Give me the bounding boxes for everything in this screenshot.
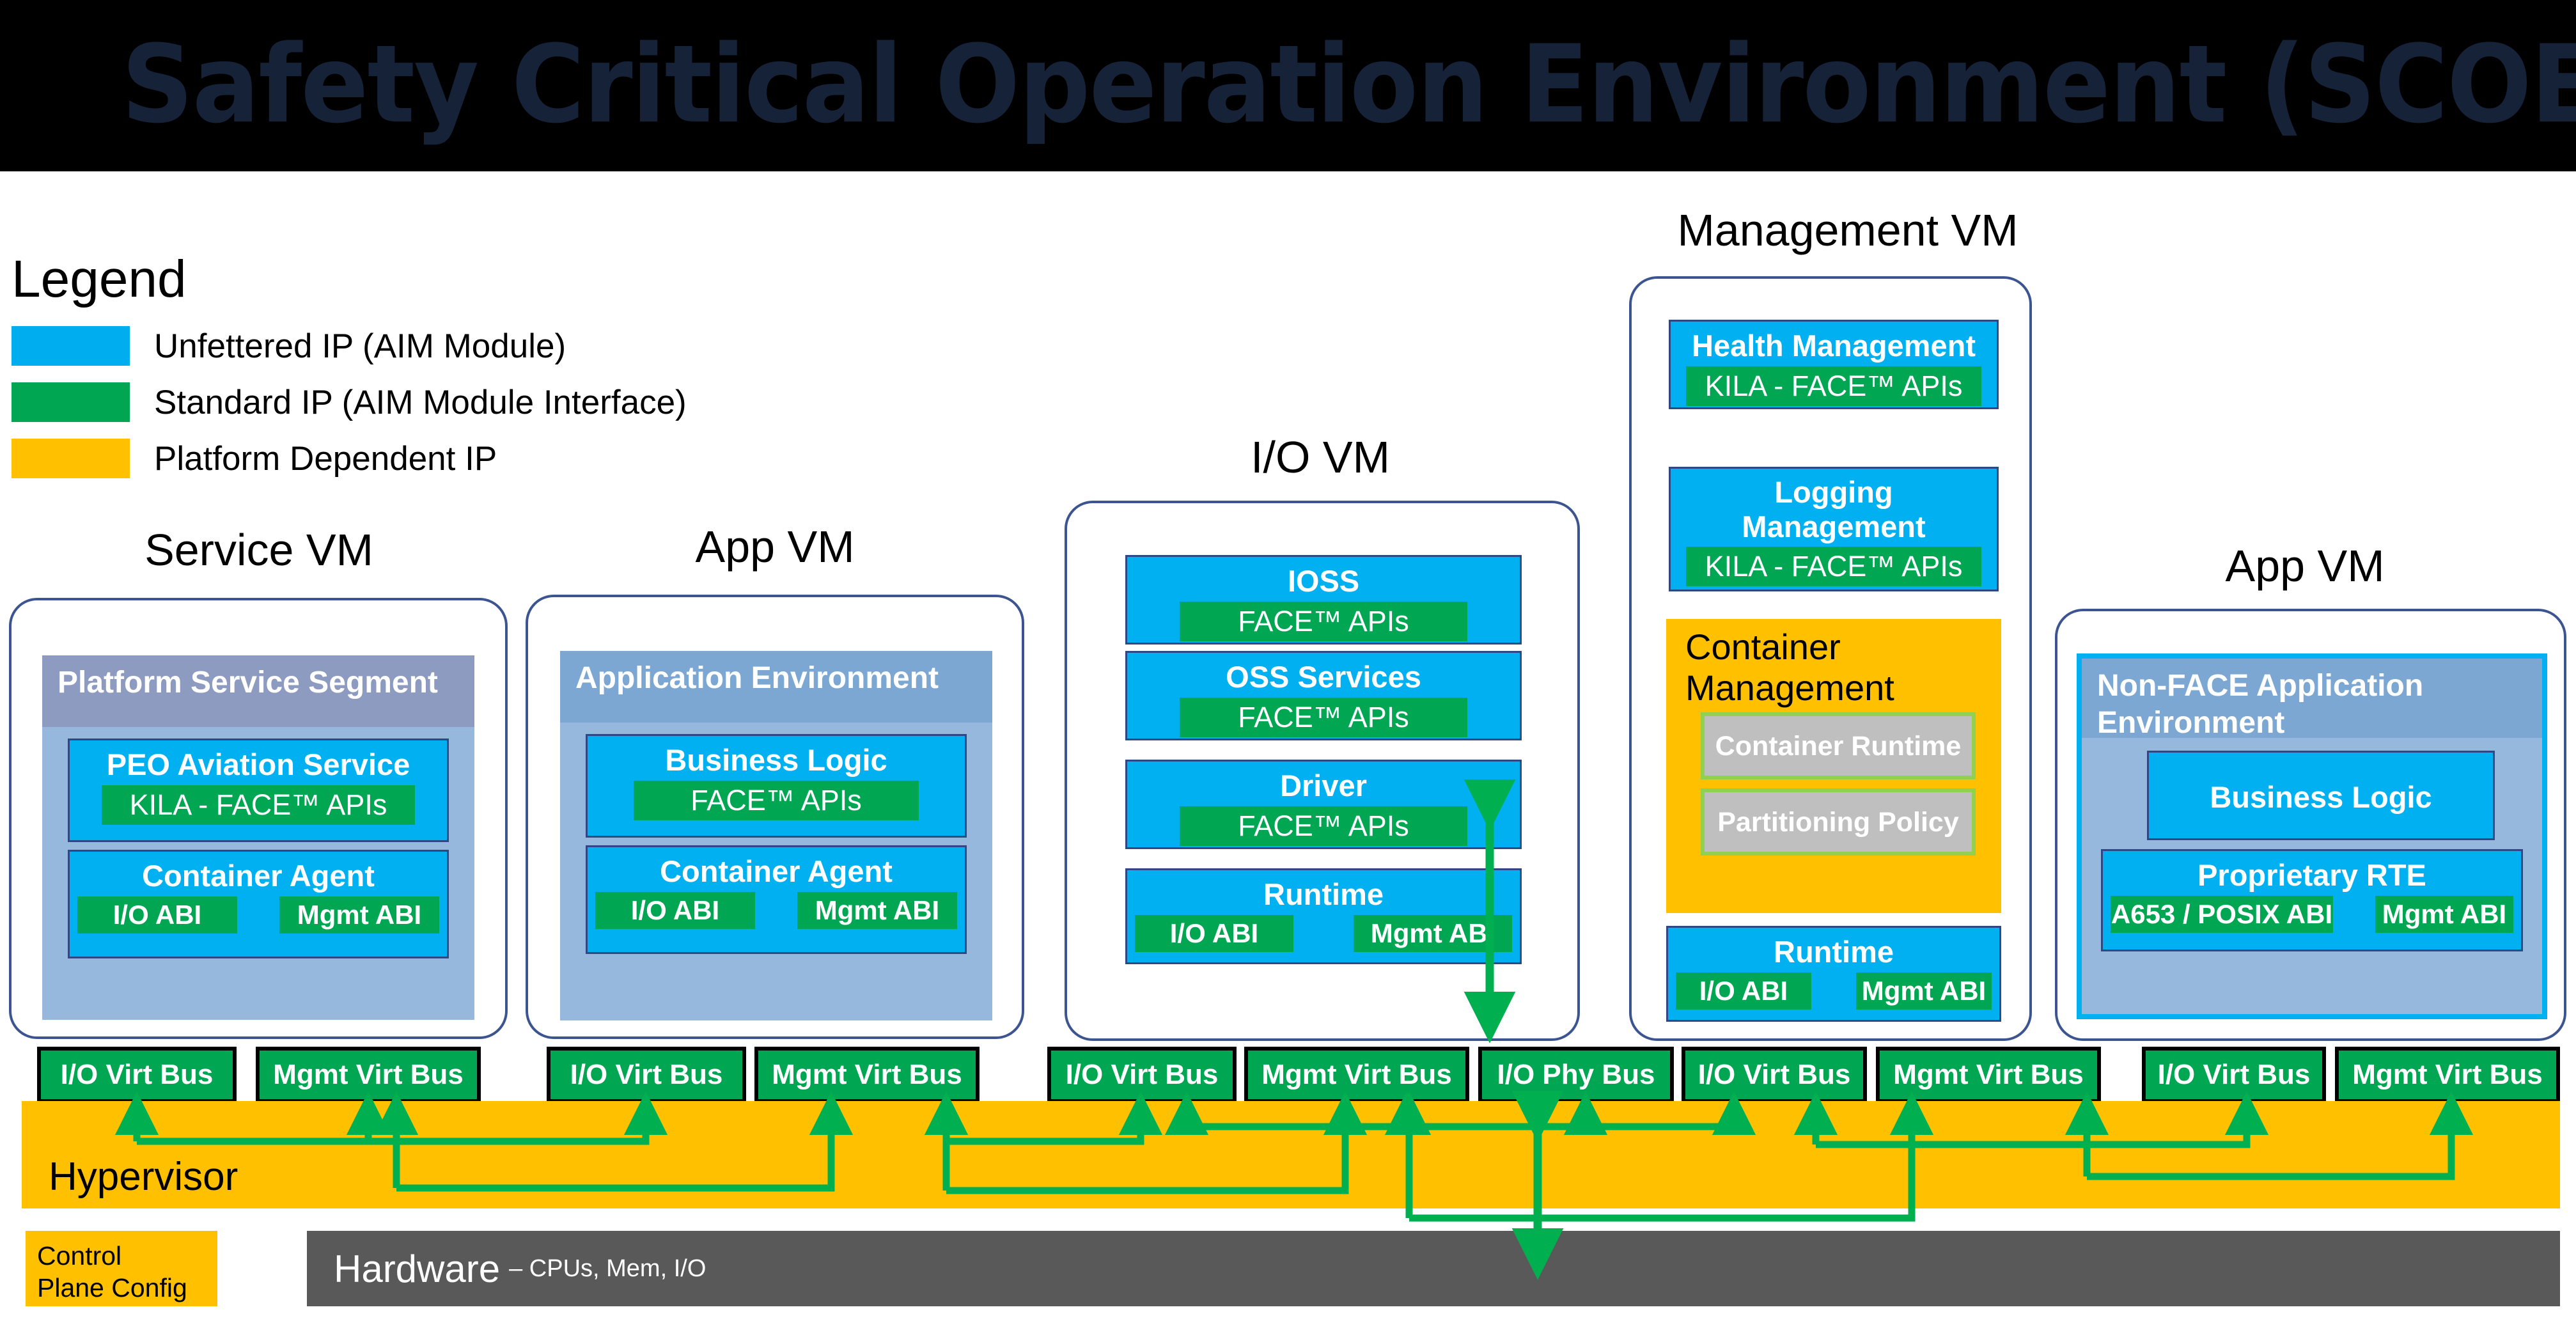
vm-title-app-left: App VM: [695, 522, 855, 572]
module-proprietary-rte[interactable]: Proprietary RTE A653 / POSIX ABI Mgmt AB…: [2101, 849, 2523, 951]
legend-item-platform-dependent-ip: Platform Dependent IP: [12, 439, 687, 478]
module-title: Runtime: [1263, 877, 1384, 911]
bus-mgmt-virt-4[interactable]: Mgmt Virt Bus: [1876, 1047, 2101, 1103]
legend-label: Unfettered IP (AIM Module): [154, 327, 566, 365]
legend: Legend Unfettered IP (AIM Module) Standa…: [12, 249, 687, 478]
vm-title-management: Management VM: [1677, 205, 2018, 255]
bus-io-virt-2[interactable]: I/O Virt Bus: [547, 1047, 746, 1103]
page-title: Safety Critical Operation Environment (S…: [121, 22, 2576, 147]
module-title: Container Agent: [142, 859, 375, 893]
bus-mgmt-virt-5[interactable]: Mgmt Virt Bus: [2335, 1047, 2560, 1103]
hypervisor-label: Hypervisor: [49, 1155, 238, 1199]
abi-row: I/O ABI Mgmt ABI: [1668, 973, 1999, 1016]
api-bar-face: FACE™ APIs: [1180, 602, 1467, 641]
abi-a653-posix: A653 / POSIX ABI: [2111, 896, 2333, 933]
non-face-application-environment-panel: Non-FACE Application Environment Busines…: [2077, 653, 2547, 1019]
application-environment-panel: Application Environment Business Logic F…: [560, 651, 992, 1020]
bus-io-phy[interactable]: I/O Phy Bus: [1478, 1047, 1674, 1103]
module-driver[interactable]: Driver FACE™ APIs: [1125, 760, 1522, 849]
vm-title-service: Service VM: [144, 525, 373, 575]
control-plane-line1: Control: [37, 1241, 122, 1270]
vm-title-io: I/O VM: [1251, 432, 1390, 482]
module-title: PEO Aviation Service: [106, 747, 410, 781]
control-plane-config-box: Control Plane Config: [26, 1231, 217, 1306]
vm-title-app-right: App VM: [2225, 541, 2385, 591]
module-title: OSS Services: [1226, 660, 1421, 694]
module-title: Runtime: [1774, 935, 1894, 969]
panel-header-label: Platform Service Segment: [42, 655, 474, 727]
module-runtime-management[interactable]: Runtime I/O ABI Mgmt ABI: [1666, 926, 2001, 1022]
module-title: IOSS: [1287, 564, 1360, 598]
legend-label: Standard IP (AIM Module Interface): [154, 383, 687, 421]
module-business-logic[interactable]: Business Logic FACE™ APIs: [586, 734, 967, 838]
panel-body: Business Logic FACE™ APIs Container Agen…: [560, 723, 992, 968]
abi-row: A653 / POSIX ABI Mgmt ABI: [2103, 896, 2521, 939]
hardware-bar: Hardware – CPUs, Mem, I/O: [307, 1231, 2560, 1306]
container-management-panel: Container Management Container Runtime P…: [1666, 619, 2001, 913]
abi-row: I/O ABI Mgmt ABI: [1127, 915, 1520, 958]
bus-io-virt-3[interactable]: I/O Virt Bus: [1047, 1047, 1237, 1103]
api-bar-kila-face: KILA - FACE™ APIs: [1686, 547, 1981, 586]
abi-io: I/O ABI: [77, 896, 237, 934]
abi-row: I/O ABI Mgmt ABI: [70, 896, 447, 940]
control-plane-line2: Plane Config: [37, 1273, 187, 1302]
module-business-logic[interactable]: Business Logic: [2147, 751, 2495, 840]
module-title: Proprietary RTE: [2197, 858, 2426, 892]
abi-mgmt: Mgmt ABI: [1856, 973, 1992, 1010]
api-bar-face: FACE™ APIs: [1180, 698, 1467, 737]
module-peo-aviation-service[interactable]: PEO Aviation Service KILA - FACE™ APIs: [68, 739, 449, 842]
abi-io: I/O ABI: [595, 892, 755, 929]
panel-header-label: Non-FACE Application Environment: [2082, 659, 2542, 740]
module-health-management[interactable]: Health Management KILA - FACE™ APIs: [1669, 320, 1999, 409]
abi-io: I/O ABI: [1135, 915, 1293, 952]
bus-mgmt-virt-3[interactable]: Mgmt Virt Bus: [1244, 1047, 1469, 1103]
bus-io-virt-4[interactable]: I/O Virt Bus: [1682, 1047, 1867, 1103]
legend-swatch-blue: [12, 326, 130, 366]
module-container-agent[interactable]: Container Agent I/O ABI Mgmt ABI: [586, 845, 967, 954]
module-title: Container Agent: [660, 854, 893, 888]
module-container-agent[interactable]: Container Agent I/O ABI Mgmt ABI: [68, 850, 449, 958]
api-bar-face: FACE™ APIs: [1180, 806, 1467, 846]
bus-mgmt-virt-2[interactable]: Mgmt Virt Bus: [754, 1047, 980, 1103]
module-title: Business Logic: [665, 743, 887, 777]
legend-item-standard-ip: Standard IP (AIM Module Interface): [12, 382, 687, 422]
module-runtime-io[interactable]: Runtime I/O ABI Mgmt ABI: [1125, 868, 1522, 964]
module-ioss[interactable]: IOSS FACE™ APIs: [1125, 555, 1522, 645]
bus-mgmt-virt-1[interactable]: Mgmt Virt Bus: [256, 1047, 481, 1103]
api-bar-face: FACE™ APIs: [634, 781, 919, 820]
abi-mgmt: Mgmt ABI: [279, 896, 439, 934]
module-title: Business Logic: [2210, 780, 2432, 814]
container-management-title: Container Management: [1685, 627, 1894, 708]
module-title: Driver: [1280, 769, 1367, 802]
module-title: Logging Management: [1742, 475, 1926, 543]
bus-io-virt-5[interactable]: I/O Virt Bus: [2142, 1047, 2326, 1103]
legend-swatch-green: [12, 382, 130, 422]
partitioning-policy-box[interactable]: Partitioning Policy: [1701, 788, 1976, 856]
panel-header-label: Application Environment: [560, 651, 992, 723]
panel-body: PEO Aviation Service KILA - FACE™ APIs C…: [42, 727, 474, 973]
api-bar-kila-face: KILA - FACE™ APIs: [1686, 366, 1981, 406]
module-oss-services[interactable]: OSS Services FACE™ APIs: [1125, 651, 1522, 740]
abi-row: I/O ABI Mgmt ABI: [588, 892, 965, 935]
container-runtime-box[interactable]: Container Runtime: [1701, 712, 1976, 779]
abi-mgmt: Mgmt ABI: [2375, 896, 2513, 933]
abi-io: I/O ABI: [1676, 973, 1811, 1010]
module-logging-management[interactable]: Logging Management KILA - FACE™ APIs: [1669, 467, 1999, 591]
hypervisor-band: [22, 1101, 2560, 1208]
api-bar-kila-face: KILA - FACE™ APIs: [102, 785, 415, 825]
panel-body: Business Logic Proprietary RTE A653 / PO…: [2082, 738, 2542, 964]
legend-heading: Legend: [12, 250, 187, 308]
abi-mgmt: Mgmt ABI: [1354, 915, 1512, 952]
platform-service-segment-panel: Platform Service Segment PEO Aviation Se…: [42, 655, 474, 1020]
hardware-sublabel: – CPUs, Mem, I/O: [509, 1255, 706, 1282]
bus-io-virt-1[interactable]: I/O Virt Bus: [37, 1047, 237, 1103]
title-bar: Safety Critical Operation Environment (S…: [0, 0, 2576, 171]
legend-label: Platform Dependent IP: [154, 439, 497, 478]
legend-item-unfettered-ip: Unfettered IP (AIM Module): [12, 326, 687, 366]
abi-mgmt: Mgmt ABI: [797, 892, 957, 929]
legend-swatch-amber: [12, 439, 130, 478]
module-title: Health Management: [1692, 329, 1976, 363]
hardware-label: Hardware: [334, 1247, 501, 1290]
